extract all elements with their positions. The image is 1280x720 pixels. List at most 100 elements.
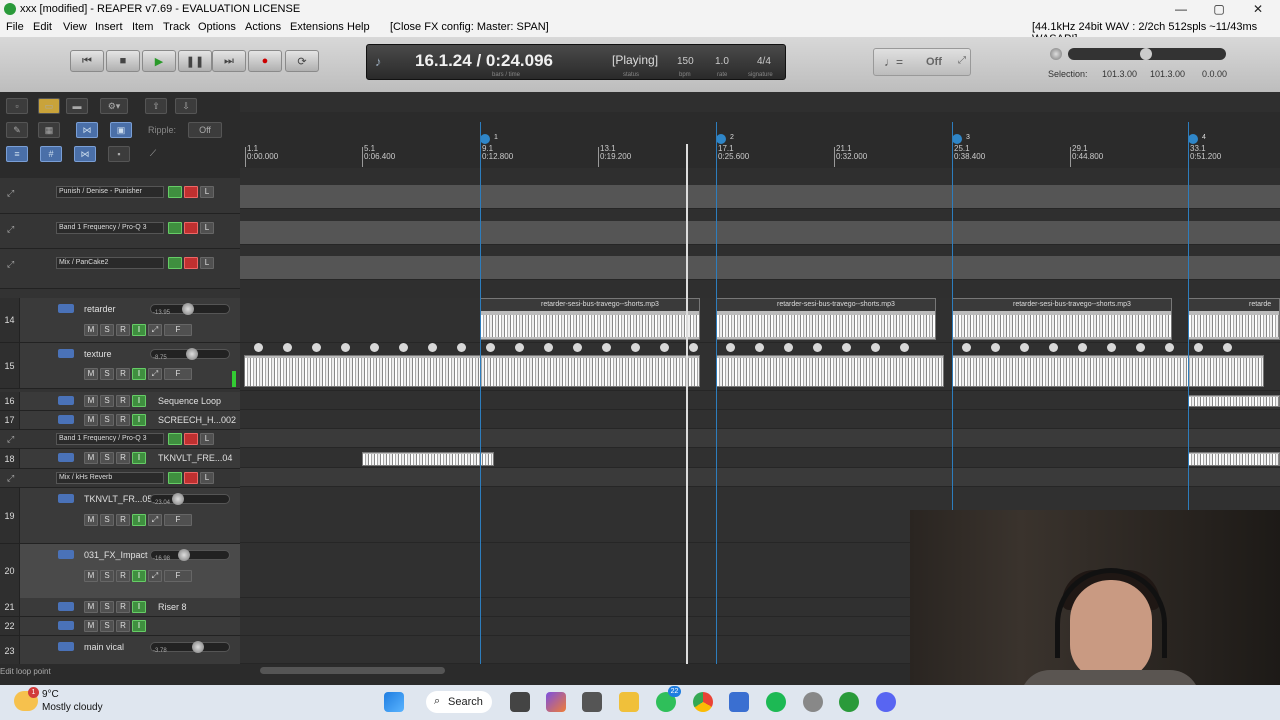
note-icon[interactable]: ♩= xyxy=(884,55,903,69)
bpm-value[interactable]: 150 xyxy=(677,56,694,67)
snap-icon[interactable]: ≡ xyxy=(6,146,28,162)
env-arm-button[interactable] xyxy=(184,222,198,234)
env-lane-button[interactable]: L xyxy=(200,257,214,269)
media-item[interactable] xyxy=(362,452,494,466)
start-icon[interactable] xyxy=(384,692,404,712)
click-value[interactable]: Off xyxy=(926,56,942,68)
solo-button[interactable]: S xyxy=(100,368,114,380)
envelope-lane[interactable] xyxy=(240,185,1280,209)
envelope-lane[interactable] xyxy=(240,468,1280,487)
solo-button[interactable]: S xyxy=(100,601,114,613)
input-button[interactable]: I xyxy=(132,620,146,632)
input-button[interactable]: I xyxy=(132,452,146,464)
env-lane-button[interactable]: L xyxy=(200,433,214,445)
app-icon[interactable] xyxy=(803,692,823,712)
auto-crossfade-icon[interactable]: ⋈ xyxy=(76,122,98,138)
record-arm-button[interactable]: R xyxy=(116,324,130,336)
solo-button[interactable]: S xyxy=(100,514,114,526)
track-17[interactable]: 17 MSRI SCREECH_H...002 xyxy=(0,411,240,430)
folder-icon[interactable] xyxy=(58,415,74,424)
track-23[interactable]: 23 main vical -3.78 xyxy=(0,636,240,664)
env-active-button[interactable] xyxy=(168,472,182,484)
mute-button[interactable]: M xyxy=(84,324,98,336)
env-active-button[interactable] xyxy=(168,433,182,445)
envelope-icon[interactable]: ⋈ xyxy=(74,146,96,162)
fx-button[interactable]: F xyxy=(164,570,192,582)
marker-label[interactable]: 3 xyxy=(966,134,970,141)
selection-length[interactable]: 0.0.00 xyxy=(1202,69,1227,79)
track-22[interactable]: 22 MSRI xyxy=(0,617,240,636)
mute-button[interactable]: M xyxy=(84,514,98,526)
mute-button[interactable]: M xyxy=(84,620,98,632)
mute-button[interactable]: M xyxy=(84,414,98,426)
mute-button[interactable]: M xyxy=(84,368,98,380)
env-lane-button[interactable]: L xyxy=(200,186,214,198)
solo-button[interactable]: S xyxy=(100,324,114,336)
marker-icon[interactable] xyxy=(480,134,490,144)
input-button[interactable]: I xyxy=(132,324,146,336)
track-18[interactable]: 18 MSRI TKNVLT_FRE...04 xyxy=(0,449,240,469)
go-to-end-button[interactable]: ⏭ xyxy=(212,50,246,72)
mute-button[interactable]: M xyxy=(84,601,98,613)
expand-icon[interactable]: ⤢ xyxy=(958,55,966,66)
media-item[interactable] xyxy=(1188,395,1280,407)
track-19[interactable]: 19 TKNVLT_FR...05 -23.04 M S R I ⤢ F xyxy=(0,488,240,544)
weather-temp[interactable]: 9°C xyxy=(42,689,59,700)
solo-button[interactable]: S xyxy=(100,620,114,632)
master-volume-knob[interactable] xyxy=(1050,48,1062,60)
track-name[interactable]: TKNVLT_FRE...04 xyxy=(158,453,232,463)
master-fader-handle[interactable] xyxy=(1140,48,1152,60)
media-item[interactable] xyxy=(716,355,944,387)
menu-item[interactable]: Item xyxy=(132,21,153,33)
marker-icon[interactable] xyxy=(716,134,726,144)
env-button[interactable]: ⤢ xyxy=(148,570,162,582)
track-name[interactable]: SCREECH_H...002 xyxy=(158,415,236,425)
envelope-lane[interactable] xyxy=(240,429,1280,448)
folder-icon[interactable] xyxy=(58,453,74,462)
file-explorer-icon[interactable] xyxy=(619,692,639,712)
media-item[interactable]: retarde xyxy=(1188,298,1280,340)
track-name[interactable]: texture xyxy=(84,349,112,359)
metronome-icon[interactable]: ♪ xyxy=(375,54,382,69)
input-button[interactable]: I xyxy=(132,601,146,613)
envelope-lane[interactable] xyxy=(240,221,1280,245)
envelope-arm-icon[interactable]: ⤢ xyxy=(7,473,14,484)
track-name[interactable]: 031_FX_Impact xyxy=(84,550,148,560)
marker-label[interactable]: 4 xyxy=(1202,134,1206,141)
timeline-ruler[interactable]: 1 2 3 4 1.1 0:00.000 5.1 0:06.400 9.1 0:12.… xyxy=(240,112,1280,168)
new-project-icon[interactable]: ▫ xyxy=(6,98,28,114)
envelope-lane[interactable] xyxy=(240,256,1280,280)
go-to-start-button[interactable]: ⏮ xyxy=(70,50,104,72)
fx-button[interactable]: F xyxy=(164,324,192,336)
env-active-button[interactable] xyxy=(168,257,182,269)
chrome-icon[interactable] xyxy=(693,692,713,712)
track-16[interactable]: 16 MSRI Sequence Loop xyxy=(0,392,240,411)
menu-insert[interactable]: Insert xyxy=(95,21,123,33)
media-item[interactable] xyxy=(952,355,1264,387)
menu-track[interactable]: Track xyxy=(163,21,190,33)
mute-button[interactable]: M xyxy=(84,570,98,582)
task-view-icon[interactable] xyxy=(510,692,530,712)
envelope-select[interactable]: Mix / PanCake2 xyxy=(56,257,164,269)
discord-icon[interactable] xyxy=(876,692,896,712)
track-lane-14[interactable]: retarder-sesi-bus-travego--shorts.mp3 re… xyxy=(240,298,1280,343)
media-item[interactable]: retarder-sesi-bus-travego--shorts.mp3 xyxy=(952,298,1172,340)
record-arm-button[interactable]: R xyxy=(116,414,130,426)
menu-options[interactable]: Options xyxy=(198,21,236,33)
volume-knob[interactable] xyxy=(178,549,190,561)
redo-icon[interactable]: ⇩ xyxy=(175,98,197,114)
folder-icon[interactable] xyxy=(58,396,74,405)
open-project-icon[interactable]: ▭ xyxy=(38,98,60,114)
mute-button[interactable]: M xyxy=(84,395,98,407)
fx-button[interactable]: F xyxy=(164,514,192,526)
folder-icon[interactable] xyxy=(58,550,74,559)
play-button[interactable]: ▶ xyxy=(142,50,176,72)
input-button[interactable]: I xyxy=(132,514,146,526)
store-icon[interactable] xyxy=(729,692,749,712)
volume-knob[interactable] xyxy=(186,348,198,360)
solo-button[interactable]: S xyxy=(100,570,114,582)
menu-view[interactable]: View xyxy=(63,21,87,33)
record-arm-button[interactable]: R xyxy=(116,452,130,464)
folder-icon[interactable] xyxy=(58,494,74,503)
env-arm-button[interactable] xyxy=(184,257,198,269)
